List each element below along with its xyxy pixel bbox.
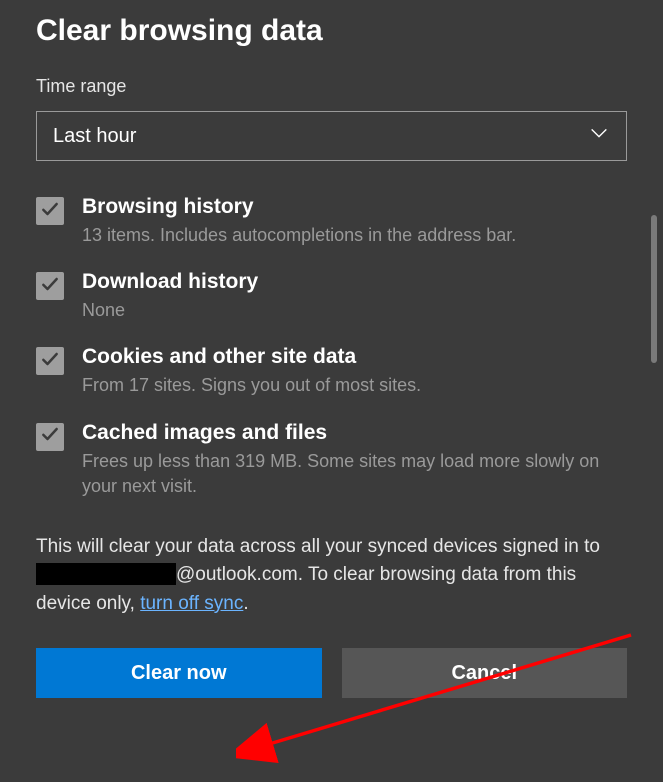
sync-note-post: .: [243, 593, 248, 614]
checkbox-download-history[interactable]: [36, 272, 64, 300]
checkbox-cookies[interactable]: [36, 347, 64, 375]
checkbox-cached[interactable]: [36, 423, 64, 451]
time-range-select[interactable]: Last hour: [36, 111, 627, 161]
option-download-history: Download history None: [36, 270, 627, 323]
scrollbar[interactable]: [651, 215, 657, 363]
option-browsing-history: Browsing history 13 items. Includes auto…: [36, 195, 627, 248]
arrow-annotation-icon: [236, 620, 656, 780]
option-desc: 13 items. Includes autocompletions in th…: [82, 223, 516, 248]
option-cookies: Cookies and other site data From 17 site…: [36, 345, 627, 398]
time-range-label: Time range: [36, 76, 627, 97]
option-title: Browsing history: [82, 195, 516, 219]
option-cached: Cached images and files Frees up less th…: [36, 421, 627, 499]
option-desc: Frees up less than 319 MB. Some sites ma…: [82, 449, 627, 499]
checkmark-icon: [40, 274, 60, 299]
option-desc: From 17 sites. Signs you out of most sit…: [82, 373, 421, 398]
cancel-button[interactable]: Cancel: [342, 648, 628, 698]
dialog-title: Clear browsing data: [36, 14, 627, 48]
chevron-down-icon: [588, 122, 610, 150]
options-list: Browsing history 13 items. Includes auto…: [36, 195, 627, 499]
option-desc: None: [82, 298, 258, 323]
time-range-value: Last hour: [53, 125, 136, 148]
clear-now-button[interactable]: Clear now: [36, 648, 322, 698]
checkmark-icon: [40, 349, 60, 374]
sync-note-pre: This will clear your data across all you…: [36, 536, 600, 557]
dialog-buttons: Clear now Cancel: [36, 648, 627, 698]
sync-note: This will clear your data across all you…: [36, 533, 627, 619]
turn-off-sync-link[interactable]: turn off sync: [140, 593, 243, 614]
redacted-email: [36, 563, 176, 585]
option-title: Download history: [82, 270, 258, 294]
checkmark-icon: [40, 424, 60, 449]
checkmark-icon: [40, 199, 60, 224]
checkbox-browsing-history[interactable]: [36, 197, 64, 225]
option-title: Cookies and other site data: [82, 345, 421, 369]
sync-note-email-domain: @outlook.com: [176, 564, 298, 585]
option-title: Cached images and files: [82, 421, 627, 445]
